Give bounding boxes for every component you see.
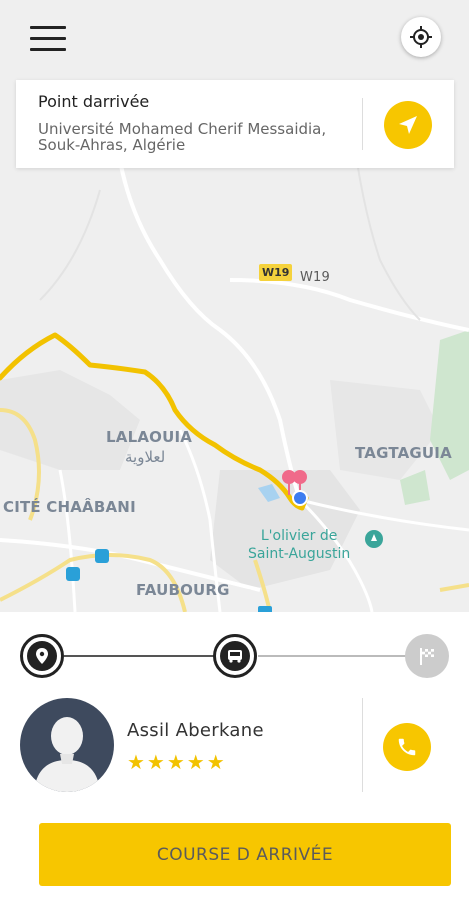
- map-label-tagtaguia: TAGTAGUIA: [355, 444, 452, 462]
- road-label: W19: [300, 270, 330, 285]
- navigation-arrow-icon: [399, 116, 417, 134]
- destination-card[interactable]: Point darrivée Université Mohamed Cherif…: [16, 80, 454, 168]
- poi-marker-icon[interactable]: [365, 530, 383, 548]
- phone-icon: [398, 738, 416, 756]
- navigate-button[interactable]: [384, 101, 432, 149]
- divider: [362, 698, 363, 792]
- crosshair-icon: [410, 26, 432, 48]
- road-shield: W19: [259, 264, 293, 281]
- user-silhouette-icon: [34, 717, 100, 792]
- divider: [362, 98, 363, 150]
- poi-label: L'olivier de Saint-Augustin: [248, 528, 351, 562]
- destination-title: Point darrivée: [38, 92, 150, 111]
- checkered-flag-icon: [420, 648, 434, 665]
- map-pin-icon: [36, 648, 48, 664]
- progress-line-pending: [258, 655, 408, 657]
- progress-step-arrival: [405, 634, 449, 678]
- map-label-lalaouia-ar: لعلاوية: [125, 448, 166, 466]
- destination-address: Université Mohamed Cherif Messaidia, Sou…: [38, 120, 327, 154]
- transit-stop-icon[interactable]: [66, 567, 80, 581]
- driver-avatar: [20, 698, 114, 792]
- map-label-cite-chaabani: CITÉ CHAÂBANI: [3, 498, 136, 516]
- menu-icon[interactable]: [30, 26, 66, 54]
- driver-rating-stars: ★★★★★: [127, 750, 227, 774]
- bus-icon: [228, 650, 242, 663]
- arrival-ride-button[interactable]: COURSE D ARRIVÉE: [39, 823, 451, 886]
- map-label-faubourg: FAUBOURG: [136, 581, 230, 599]
- map-label-lalaouia: LALAOUIA: [106, 428, 193, 446]
- call-driver-button[interactable]: [383, 723, 431, 771]
- transit-stop-icon[interactable]: [95, 549, 109, 563]
- progress-step-pickup: [20, 634, 64, 678]
- locate-me-button[interactable]: [401, 17, 441, 57]
- current-location-dot-icon: [292, 490, 308, 506]
- driver-name: Assil Aberkane: [127, 720, 264, 741]
- progress-step-ride: [213, 634, 257, 678]
- progress-line-complete: [64, 655, 214, 657]
